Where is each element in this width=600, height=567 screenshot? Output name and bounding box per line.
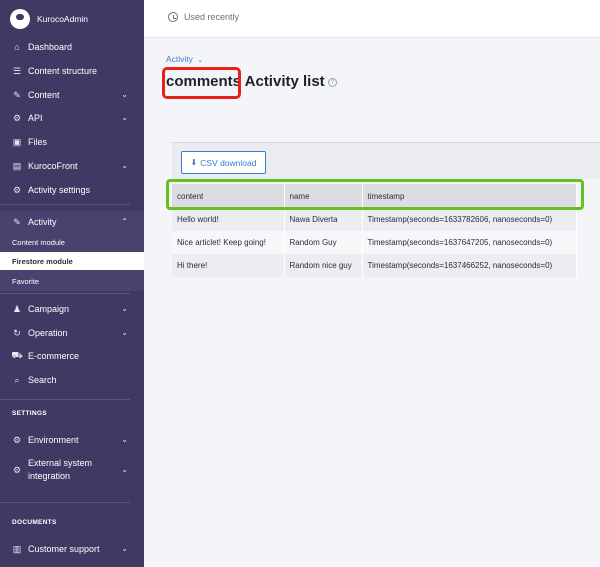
chevron-down-icon: ⌄ (121, 544, 128, 553)
cell-name: Random Guy (284, 231, 363, 254)
table-row: Nice articlet! Keep going! Random Guy Ti… (172, 231, 577, 254)
chevron-up-icon: ⌃ (121, 217, 128, 226)
sidebar-item-label: Campaign (28, 304, 70, 314)
sidebar-subitem-firestore-module[interactable]: Firestore module (0, 252, 144, 270)
sidebar-item-search[interactable]: ⌕ Search (0, 369, 144, 391)
sidebar-item-activity[interactable]: ✎ Activity ⌃ (0, 211, 144, 233)
sidebar-subitem-favorite[interactable]: Favorite (0, 272, 144, 290)
sidebar-item-label: Files (28, 137, 48, 147)
topbar: Used recently (144, 0, 600, 38)
sidebar-item-content[interactable]: ✎ Content ⌄ (0, 84, 144, 106)
cell-content: Hi there! (172, 254, 285, 277)
sidebar-item-label: Content (28, 90, 60, 100)
chevron-down-icon: ⌄ (121, 90, 128, 99)
used-recently-label: Used recently (184, 12, 240, 22)
csv-download-label: CSV download (200, 157, 257, 168)
table-row: Hi there! Random nice guy Timestamp(seco… (172, 254, 577, 277)
cart-icon: ⛟ (11, 350, 23, 360)
edit-icon: ✎ (13, 216, 21, 227)
sidebar-subitem-content-module[interactable]: Content module (0, 233, 144, 251)
sidebar-item-kurocofront[interactable]: ▤ KurocoFront ⌄ (0, 155, 144, 177)
clock-icon (168, 12, 178, 22)
cell-timestamp: Timestamp(seconds=1637466252, nanosecond… (362, 254, 577, 277)
edit-icon: ✎ (13, 89, 21, 100)
sidebar-item-label: Dashboard (28, 42, 73, 52)
brand-name: KurocoAdmin (37, 14, 89, 24)
chevron-down-icon: ⌄ (197, 57, 204, 64)
sidebar-item-content-structure[interactable]: ☰ Content structure (0, 60, 144, 82)
sidebar-item-external-system-integration[interactable]: ⚙ External system integration ⌄ (0, 455, 144, 485)
chevron-down-icon: ⌄ (121, 328, 128, 337)
sidebar-item-label: E-commerce (28, 351, 80, 361)
used-recently-button[interactable]: Used recently (168, 12, 239, 22)
sidebar-subitem-label: Favorite (12, 276, 40, 286)
api-icon: ⚙ (12, 112, 22, 123)
cell-content: Nice articlet! Keep going! (172, 231, 285, 254)
cell-timestamp: Timestamp(seconds=1633782606, nanosecond… (362, 208, 577, 231)
sidebar-item-label: Search (28, 375, 57, 385)
cell-timestamp: Timestamp(seconds=1637647205, nanosecond… (362, 231, 577, 254)
sidebar-item-files[interactable]: ▣ Files (0, 131, 144, 153)
sidebar-subitem-label: Content module (12, 237, 65, 247)
kuroco-logo-icon (10, 9, 30, 29)
sidebar-item-ecommerce[interactable]: ⛟ E-commerce (0, 345, 144, 367)
database-icon: ☰ (12, 65, 22, 76)
section-label-settings: SETTINGS (12, 410, 47, 417)
cell-name: Random nice guy (284, 254, 363, 277)
cell-name: Nawa Diverta (284, 208, 363, 231)
sidebar-item-operation[interactable]: ↻ Operation ⌄ (0, 322, 144, 344)
sidebar-item-label: KurocoFront (28, 161, 78, 171)
refresh-icon: ↻ (13, 327, 21, 338)
sidebar-item-api[interactable]: ⚙ API ⌄ (0, 107, 144, 129)
chevron-down-icon: ⌄ (121, 304, 128, 313)
sidebar-subitem-label: Firestore module (12, 256, 73, 266)
brand[interactable]: KurocoAdmin (10, 8, 88, 30)
sidebar-item-label: External system integration (28, 458, 93, 481)
chevron-down-icon: ⌄ (121, 113, 128, 122)
sidebar-divider (0, 293, 130, 294)
sidebar-item-label: API (28, 113, 43, 123)
book-icon: ▥ (12, 543, 22, 554)
red-highlight-box (162, 67, 241, 99)
image-icon: ▣ (12, 136, 22, 147)
gear-icon: ⚙ (12, 434, 22, 445)
sidebar-item-activity-settings[interactable]: ⚙ Activity settings (0, 179, 144, 201)
front-icon: ▤ (12, 160, 22, 171)
sidebar-item-label: Activity (28, 217, 57, 227)
download-icon: ⬇ (190, 158, 198, 167)
cell-content: Hello world! (172, 208, 285, 231)
gear-icon: ⚙ (12, 464, 22, 475)
sidebar-item-label: Activity settings (28, 185, 91, 195)
sidebar-item-label: Customer support (28, 544, 100, 554)
sidebar-divider (0, 502, 130, 503)
breadcrumb-label: Activity (166, 54, 193, 64)
person-icon: ♟ (12, 303, 22, 314)
sidebar-item-customer-support[interactable]: ▥ Customer support ⌄ (0, 538, 144, 560)
gear-icon: ⚙ (12, 184, 22, 195)
sidebar-item-label: Content structure (28, 66, 98, 76)
chevron-down-icon: ⌄ (121, 465, 128, 474)
sidebar-item-label: Environment (28, 435, 79, 445)
table-row: Hello world! Nawa Diverta Timestamp(seco… (172, 208, 577, 231)
section-label-documents: DOCUMENTS (12, 519, 57, 526)
green-highlight-box (166, 179, 584, 210)
help-icon[interactable]: ? (328, 78, 337, 87)
sidebar-item-dashboard[interactable]: ⌂ Dashboard (0, 36, 144, 58)
sidebar-divider (0, 204, 130, 205)
title-rest: Activity list (241, 73, 325, 90)
chevron-down-icon: ⌄ (121, 161, 128, 170)
home-icon: ⌂ (14, 42, 20, 52)
sidebar-item-label: Operation (28, 328, 68, 338)
chevron-down-icon: ⌄ (121, 435, 128, 444)
sidebar-divider (0, 399, 130, 400)
csv-download-button[interactable]: ⬇ CSV download (181, 151, 266, 174)
breadcrumb[interactable]: Activity ⌄ (166, 54, 203, 64)
sidebar-item-campaign[interactable]: ♟ Campaign ⌄ (0, 298, 144, 320)
sidebar-item-environment[interactable]: ⚙ Environment ⌄ (0, 429, 144, 451)
sidebar: KurocoAdmin ⌂ Dashboard ☰ Content struct… (0, 0, 144, 567)
search-icon: ⌕ (14, 374, 20, 385)
